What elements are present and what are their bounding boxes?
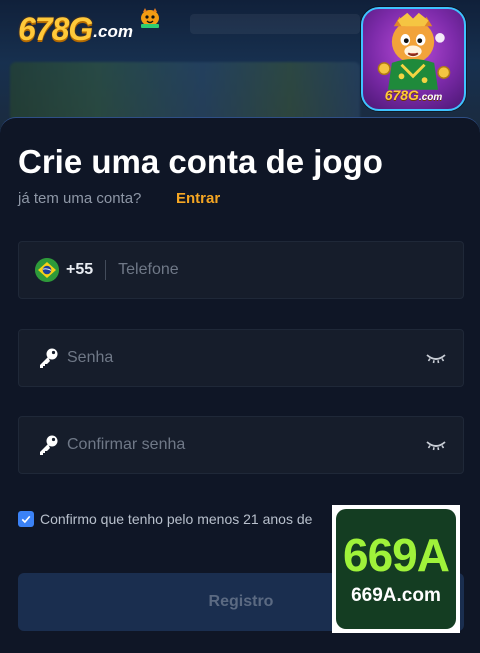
phone-input[interactable] — [118, 242, 419, 298]
site-logo[interactable]: 678G .com — [18, 10, 133, 46]
country-code[interactable]: +55 — [66, 261, 93, 279]
phone-field[interactable]: +55 — [18, 241, 464, 299]
logo-main-text: 678G — [18, 11, 93, 47]
app-icon-label: 678G.com — [363, 87, 464, 103]
watermark-badge: 669A 669A.com — [332, 505, 460, 633]
brazil-flag-icon[interactable] — [35, 258, 59, 282]
field-divider — [105, 260, 107, 280]
age-confirm-row: Confirmo que tenho pelo menos 21 anos de — [18, 509, 312, 529]
checkmark-icon — [21, 515, 31, 524]
logo-suffix-text: .com — [93, 22, 133, 41]
app-icon-label-suffix: .com — [418, 92, 443, 103]
eye-closed-icon[interactable] — [425, 437, 447, 453]
key-icon — [40, 435, 58, 455]
password-input[interactable] — [67, 330, 407, 386]
page-title: Crie uma conta de jogo — [18, 143, 383, 180]
confirm-password-field[interactable] — [18, 416, 464, 474]
watermark-main-text: 669A — [343, 529, 450, 581]
age-checkbox-label[interactable]: Confirmo que tenho pelo menos 21 anos de — [40, 511, 312, 527]
promo-banner-blur — [10, 62, 360, 122]
key-icon — [40, 348, 58, 368]
confirm-password-input[interactable] — [67, 417, 407, 473]
login-link[interactable]: Entrar — [176, 189, 220, 209]
age-checkbox[interactable] — [18, 511, 34, 527]
header-nav-blur — [190, 14, 360, 34]
login-prompt-text: já tem uma conta? — [18, 190, 142, 207]
watermark-site-text: 669A.com — [351, 585, 441, 606]
password-field[interactable] — [18, 329, 464, 387]
app-icon[interactable]: 678G.com — [361, 7, 466, 111]
eye-closed-icon[interactable] — [425, 350, 447, 366]
watermark-inner: 669A 669A.com — [336, 509, 456, 629]
app-icon-label-main: 678G — [384, 87, 419, 103]
tiger-logo-icon — [141, 8, 159, 28]
